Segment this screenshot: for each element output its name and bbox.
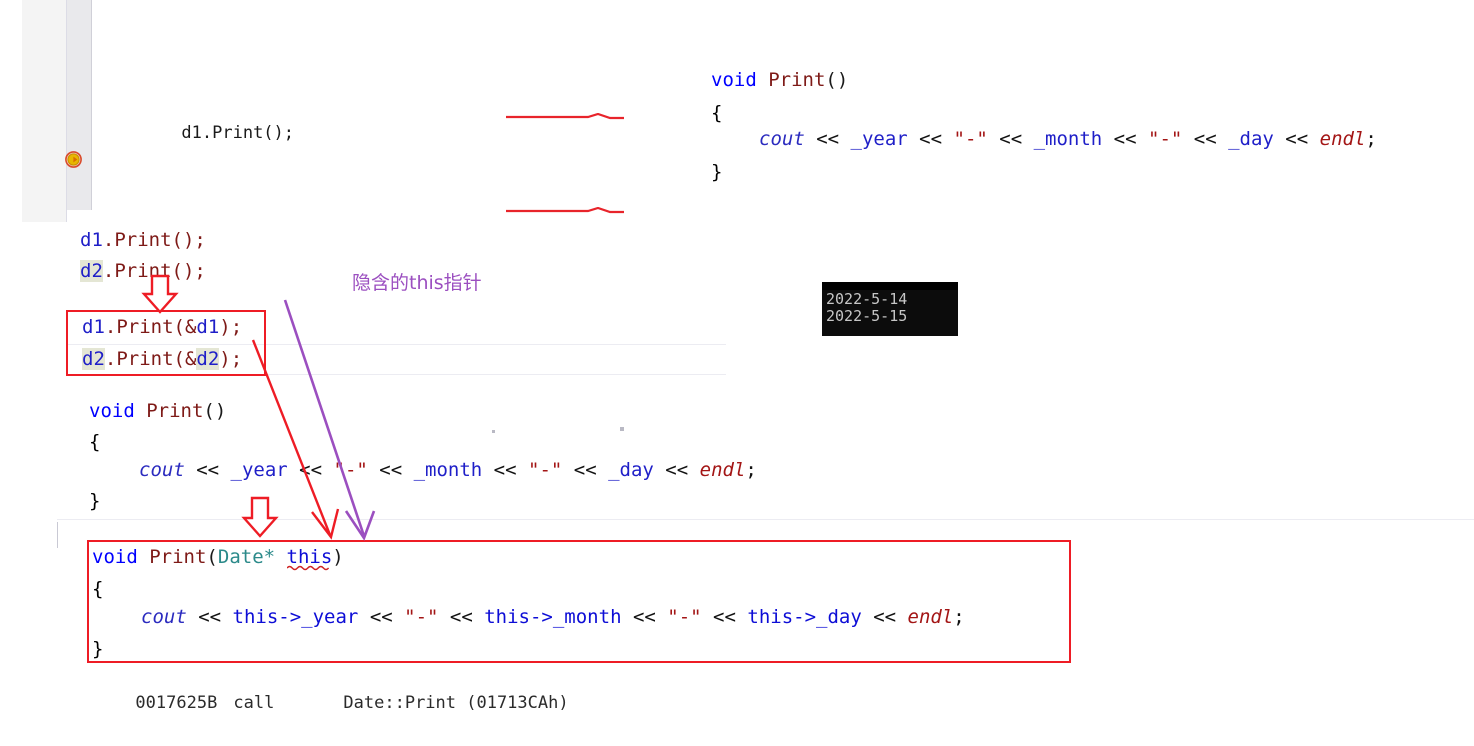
stream-op: << — [804, 128, 851, 150]
member-year: _year — [230, 459, 288, 481]
console-title-strip — [822, 282, 958, 290]
disassembly-outer-gutter[interactable] — [22, 0, 67, 222]
reference-func-signature: void Print() — [711, 71, 848, 90]
member-month: _month — [1033, 128, 1103, 150]
semicolon: ; — [1365, 128, 1377, 150]
call-expression: .Print(); — [102, 229, 206, 251]
artifact-speck — [620, 427, 624, 431]
implicit-func-body: cout << _year << "-" << _month << "-" <<… — [139, 461, 757, 480]
string-dash: "-" — [953, 128, 988, 150]
stream-op: << — [482, 459, 528, 481]
func-params: () — [203, 400, 227, 422]
instruction-operands: Date::Print (01713CAh) — [343, 693, 569, 713]
func-name-print: Print — [146, 400, 204, 422]
artifact-speck — [492, 430, 495, 433]
reference-func-open-brace: { — [711, 102, 723, 124]
stream-op: << — [907, 128, 954, 150]
member-day: _day — [608, 459, 654, 481]
stream-op: << — [287, 459, 334, 481]
console-output-line: 2022-5-14 — [826, 290, 908, 308]
annotation-box-explicit-calls — [66, 310, 266, 376]
reference-func-body: cout << _year << "-" << _month << "-" <<… — [759, 130, 1377, 149]
func-name-print: Print — [768, 69, 826, 91]
string-dash: "-" — [333, 459, 368, 481]
member-day: _day — [1228, 128, 1274, 150]
string-dash: "-" — [1148, 128, 1183, 150]
cout-stream: cout — [139, 459, 185, 481]
stream-op: << — [1102, 128, 1148, 150]
cout-stream: cout — [759, 128, 805, 150]
stream-op: << — [987, 128, 1034, 150]
keyword-void: void — [711, 69, 757, 91]
annotation-chinese-note: 隐含的this指针 — [352, 272, 482, 294]
call-target-underline-icon — [506, 207, 624, 214]
reference-func-close-brace: } — [711, 161, 723, 183]
instruction-address: 0017625B — [135, 693, 218, 713]
member-month: _month — [413, 459, 483, 481]
stream-op: << — [184, 459, 231, 481]
call-target-underline-icon — [506, 113, 624, 120]
string-dash: "-" — [528, 459, 563, 481]
caret-column-rule — [57, 522, 58, 548]
object-d2: d2 — [80, 260, 103, 282]
source-line-text: d1.Print(); — [181, 123, 295, 143]
console-output-line: 2022-5-15 — [826, 307, 908, 325]
stream-op: << — [562, 459, 609, 481]
stream-op: << — [367, 459, 414, 481]
stream-op: << — [1182, 128, 1229, 150]
stream-op: << — [1273, 128, 1320, 150]
endl-manipulator: endl — [1319, 128, 1366, 150]
implicit-func-close-brace: } — [89, 490, 101, 512]
annotation-box-explicit-func — [87, 540, 1071, 663]
member-year: _year — [850, 128, 908, 150]
implicit-func-signature: void Print() — [89, 402, 226, 421]
disassembly-pane: d1.Print(); 00176250leaecx,[d1] 00176253… — [0, 0, 1474, 713]
instruction-mnemonic: call — [233, 693, 275, 713]
endl-manipulator: endl — [699, 459, 746, 481]
section-divider — [57, 519, 1474, 520]
implicit-func-open-brace: { — [89, 431, 101, 453]
object-d1: d1 — [80, 229, 103, 251]
stream-op: << — [653, 459, 700, 481]
call-expression: .Print(); — [102, 260, 206, 282]
keyword-void: void — [89, 400, 135, 422]
disassembly-source-row: d1.Print(); — [74, 91, 569, 143]
program-output-console[interactable]: 2022-5-14 2022-5-15 — [822, 282, 958, 336]
semicolon: ; — [745, 459, 757, 481]
call-line-d1-plain: d1.Print(); — [80, 231, 206, 250]
func-params: () — [825, 69, 849, 91]
call-line-d2-plain: d2.Print(); — [80, 260, 206, 282]
